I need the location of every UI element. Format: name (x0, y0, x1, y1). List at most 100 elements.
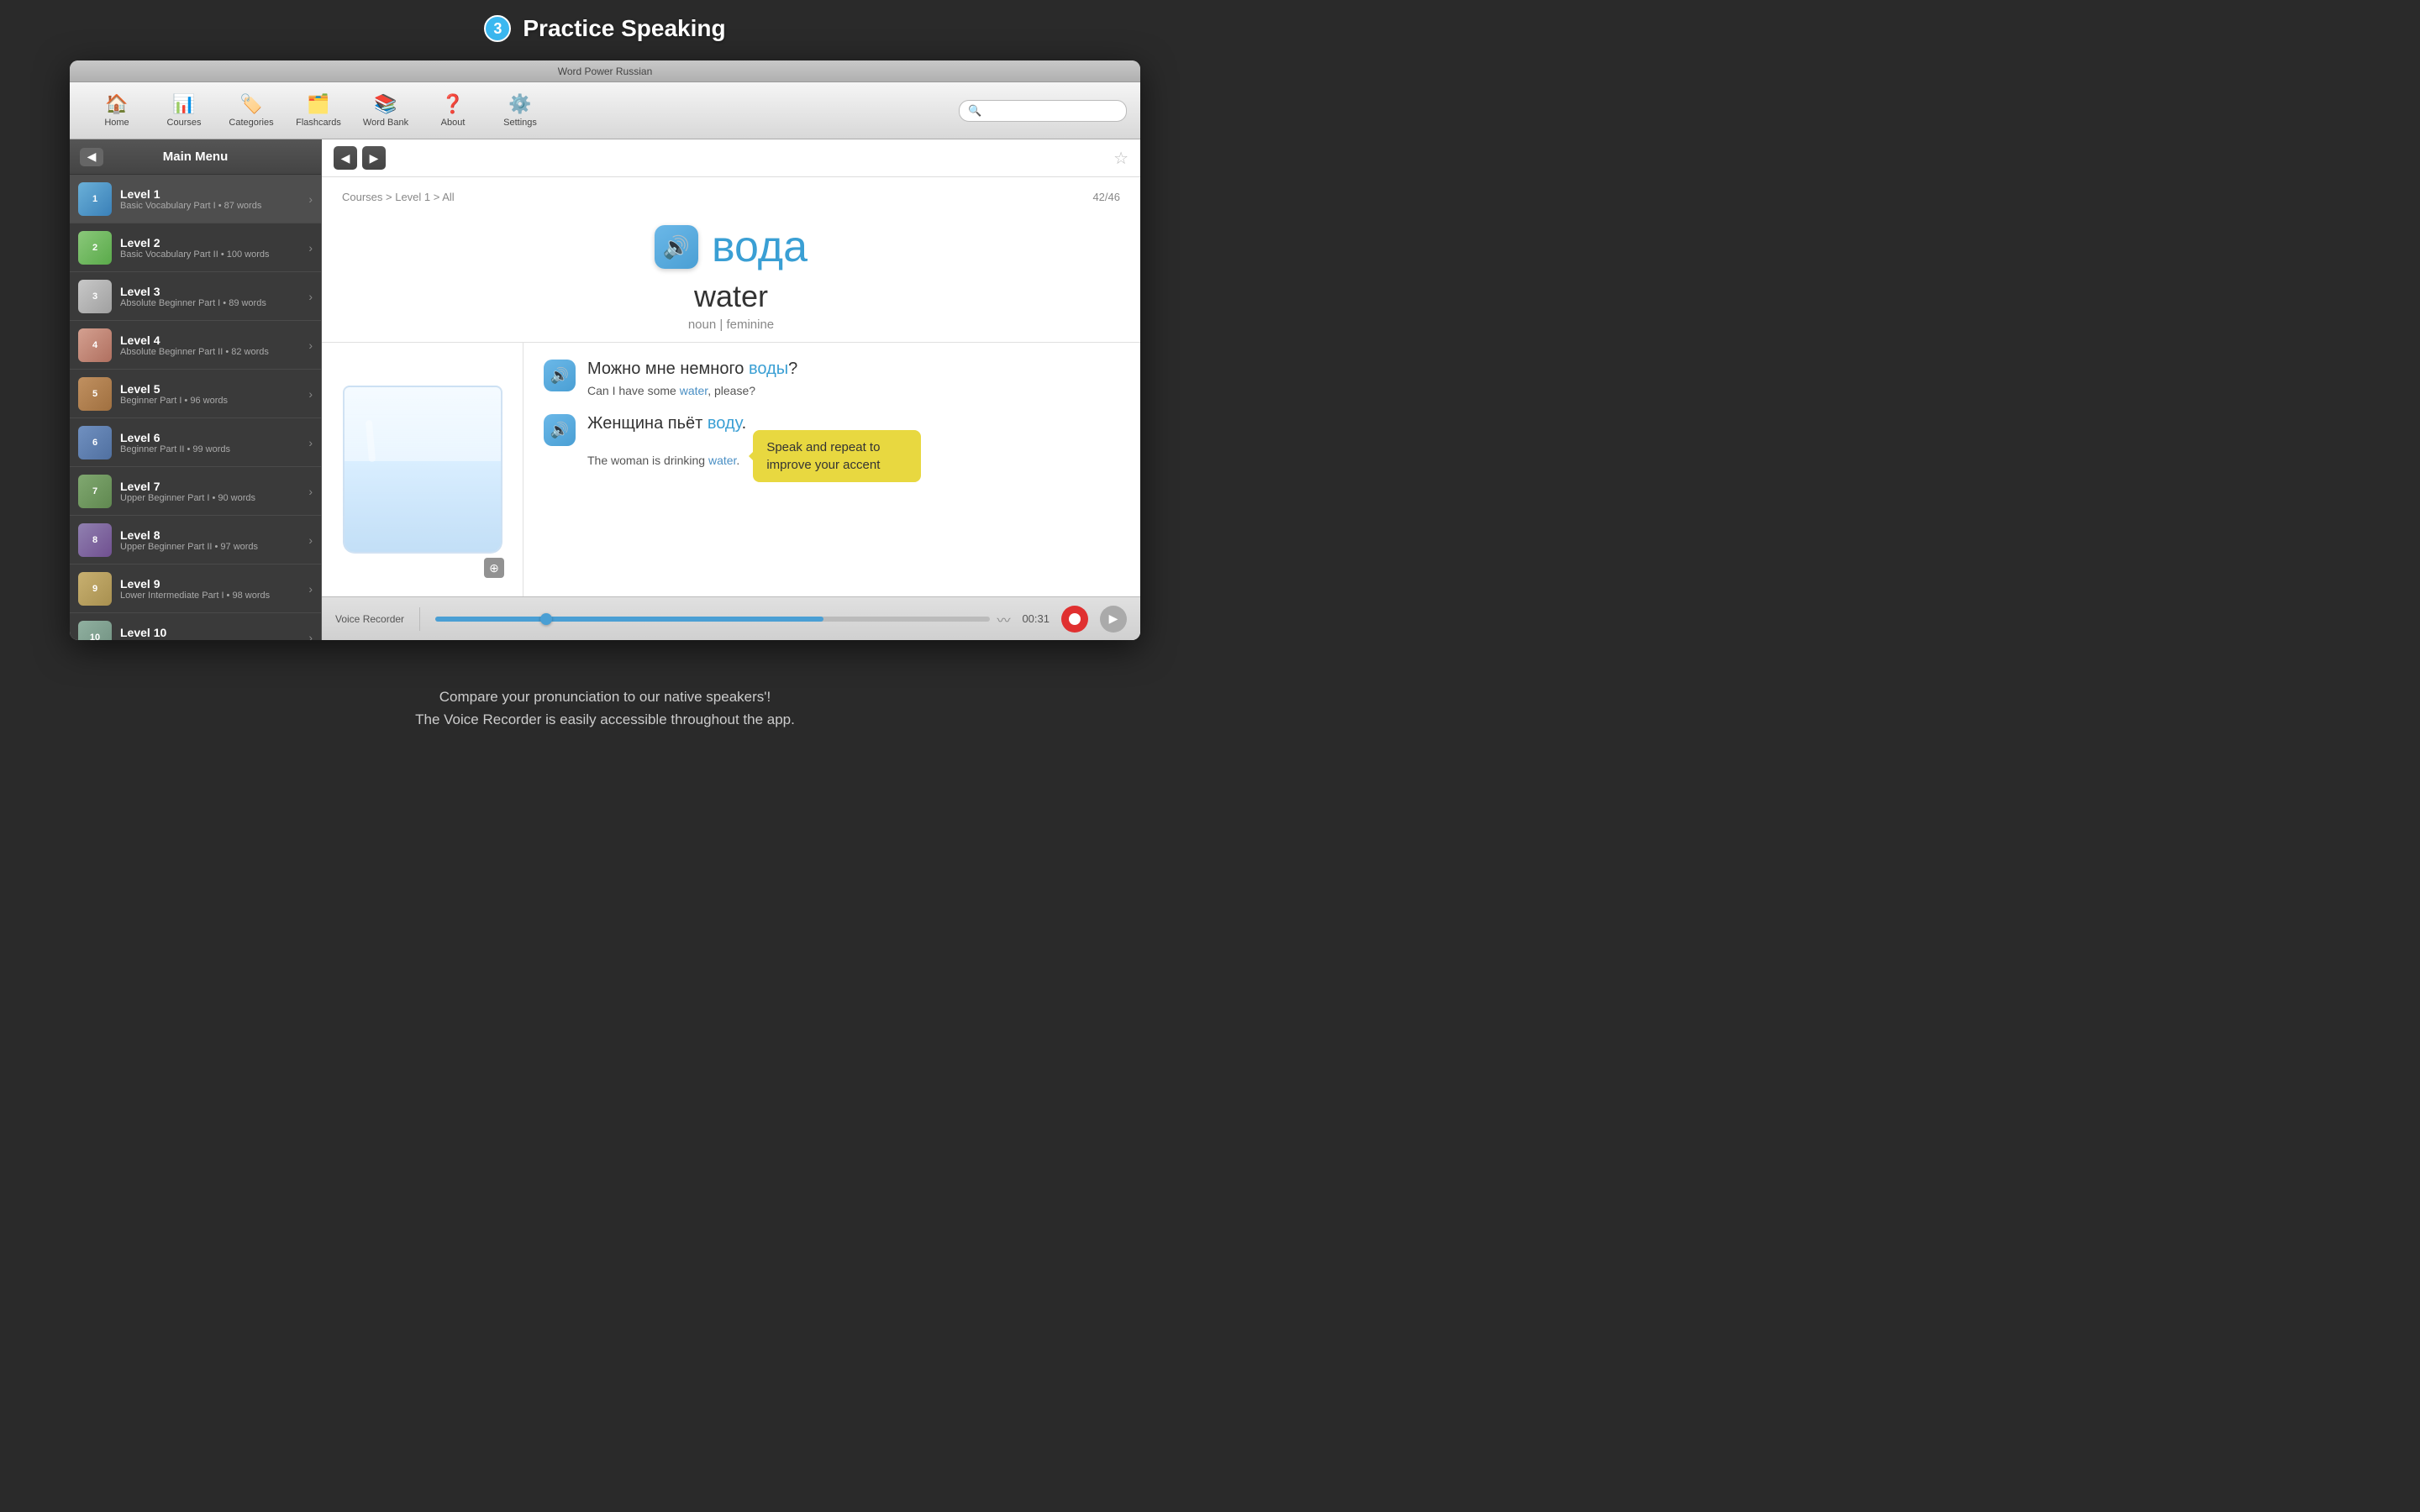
sidebar-item-level-1[interactable]: 1 Level 1 Basic Vocabulary Part I • 87 w… (70, 175, 321, 223)
card-count: 42/46 (1092, 191, 1120, 203)
home-label: Home (104, 118, 129, 128)
sidebar-item-level-9[interactable]: 9 Level 9 Lower Intermediate Part I • 98… (70, 564, 321, 613)
level-name-9: Level 9 (120, 577, 300, 591)
sentence2-text: Женщина пьёт воду. The woman is drinking… (587, 414, 921, 482)
sentence2-english: The woman is drinking water. (587, 454, 739, 467)
back-button[interactable]: ◀ (80, 148, 103, 166)
wordbank-icon: 📚 (374, 93, 397, 115)
progress-thumb (540, 613, 552, 625)
examples-area: ⊕ 🔊 Можно мне немного воды? Can I have s… (322, 343, 1140, 596)
level-thumb-5: 5 (78, 377, 112, 411)
level-name-8: Level 8 (120, 528, 300, 542)
prev-arrow[interactable]: ◀ (334, 146, 357, 170)
sidebar-item-level-8[interactable]: 8 Level 8 Upper Beginner Part II • 97 wo… (70, 516, 321, 564)
toolbar-settings[interactable]: ⚙️ Settings (487, 86, 554, 136)
settings-icon: ⚙️ (508, 93, 531, 115)
russian-word: вода (712, 222, 808, 272)
sentence2-english-after: . (736, 454, 739, 467)
level-thumb-10: 10 (78, 621, 112, 641)
toolbar: 🏠 Home 📊 Courses 🏷️ Categories 🗂️ Flashc… (70, 82, 1140, 139)
level-arrow-6: › (308, 436, 313, 449)
sidebar-item-level-5[interactable]: 5 Level 5 Beginner Part I • 96 words › (70, 370, 321, 418)
level-name-7: Level 7 (120, 480, 300, 493)
sidebar-item-level-10[interactable]: 10 Level 10 Lower Intermediate Part II •… (70, 613, 321, 640)
sidebar-item-level-6[interactable]: 6 Level 6 Beginner Part II • 99 words › (70, 418, 321, 467)
home-icon: 🏠 (105, 93, 128, 115)
level-desc-3: Absolute Beginner Part I • 89 words (120, 298, 300, 308)
play-button[interactable]: ▶ (1100, 606, 1127, 633)
level-thumb-1: 1 (78, 182, 112, 216)
toolbar-home[interactable]: 🏠 Home (83, 86, 150, 136)
star-button[interactable]: ☆ (1113, 148, 1128, 169)
sentence1-russian-highlight: воды (749, 360, 788, 378)
next-arrow[interactable]: ▶ (362, 146, 386, 170)
level-arrow-1: › (308, 192, 313, 206)
search-input[interactable] (986, 105, 1118, 117)
toolbar-flashcards[interactable]: 🗂️ Flashcards (285, 86, 352, 136)
level-arrow-4: › (308, 339, 313, 352)
level-name-2: Level 2 (120, 236, 300, 249)
wave-icon: 〰 (997, 609, 1010, 629)
voice-recorder-label: Voice Recorder (335, 613, 404, 625)
sentence2-english-highlight: water (708, 454, 736, 467)
word-sound-button[interactable]: 🔊 (655, 225, 698, 269)
sidebar-item-level-3[interactable]: 3 Level 3 Absolute Beginner Part I • 89 … (70, 272, 321, 321)
settings-label: Settings (503, 118, 537, 128)
sentence1-english-highlight: water (680, 384, 708, 397)
sentence1-english: Can I have some water, please? (587, 384, 797, 397)
level-info-4: Level 4 Absolute Beginner Part II • 82 w… (120, 333, 300, 357)
level-thumb-8: 8 (78, 523, 112, 557)
level-thumb-9: 9 (78, 572, 112, 606)
level-desc-7: Upper Beginner Part I • 90 words (120, 493, 300, 503)
search-icon: 🔍 (968, 104, 981, 118)
toolbar-wordbank[interactable]: 📚 Word Bank (352, 86, 419, 136)
level-name-6: Level 6 (120, 431, 300, 444)
level-arrow-3: › (308, 290, 313, 303)
app-window: Word Power Russian 🏠 Home 📊 Courses 🏷️ C… (70, 60, 1140, 640)
level-info-1: Level 1 Basic Vocabulary Part I • 87 wor… (120, 187, 300, 211)
toolbar-courses[interactable]: 📊 Courses (150, 86, 218, 136)
level-desc-1: Basic Vocabulary Part I • 87 words (120, 201, 300, 211)
sentence1-sound-button[interactable]: 🔊 (544, 360, 576, 391)
level-desc-10: Lower Intermediate Part II • 97 words (120, 639, 300, 641)
step-badge: 3 (484, 15, 511, 42)
sentences-panel: 🔊 Можно мне немного воды? Can I have som… (523, 343, 1140, 596)
level-thumb-4: 4 (78, 328, 112, 362)
wordbank-label: Word Bank (363, 118, 408, 128)
nav-arrows: ◀ ▶ (334, 146, 386, 170)
level-thumb-7: 7 (78, 475, 112, 508)
search-box: 🔍 (959, 100, 1127, 122)
caption-line1: Compare your pronunciation to our native… (0, 685, 1210, 708)
top-bar: 3 Practice Speaking (0, 0, 1210, 50)
sidebar-list: 1 Level 1 Basic Vocabulary Part I • 87 w… (70, 175, 321, 640)
waveform-area: 〰 (435, 609, 1010, 629)
level-arrow-10: › (308, 631, 313, 641)
level-name-3: Level 3 (120, 285, 300, 298)
word-type: noun | feminine (342, 318, 1120, 332)
sentence2-sound-button[interactable]: 🔊 (544, 414, 576, 446)
level-name-5: Level 5 (120, 382, 300, 396)
level-name-10: Level 10 (120, 626, 300, 639)
level-info-6: Level 6 Beginner Part II • 99 words (120, 431, 300, 454)
toolbar-about[interactable]: ❓ About (419, 86, 487, 136)
sidebar-item-level-4[interactable]: 4 Level 4 Absolute Beginner Part II • 82… (70, 321, 321, 370)
sentence1-english-before: Can I have some (587, 384, 680, 397)
breadcrumb: Courses > Level 1 > All (342, 191, 455, 203)
record-button[interactable] (1061, 606, 1088, 633)
sentence1-text: Можно мне немного воды? Can I have some … (587, 360, 797, 397)
sidebar-item-level-2[interactable]: 2 Level 2 Basic Vocabulary Part II • 100… (70, 223, 321, 272)
sidebar-item-level-7[interactable]: 7 Level 7 Upper Beginner Part I • 90 wor… (70, 467, 321, 516)
level-arrow-9: › (308, 582, 313, 596)
progress-track[interactable] (435, 617, 990, 622)
voice-recorder: Voice Recorder 〰 00:31 ▶ (322, 596, 1140, 640)
sentence1-english-after: , please? (708, 384, 755, 397)
level-info-5: Level 5 Beginner Part I • 96 words (120, 382, 300, 406)
toolbar-categories[interactable]: 🏷️ Categories (218, 86, 285, 136)
word-row: 🔊 вода (342, 213, 1120, 276)
level-info-3: Level 3 Absolute Beginner Part I • 89 wo… (120, 285, 300, 308)
level-info-7: Level 7 Upper Beginner Part I • 90 words (120, 480, 300, 503)
image-panel: ⊕ (322, 343, 523, 596)
bottom-caption: Compare your pronunciation to our native… (0, 685, 1210, 731)
page-title: Practice Speaking (523, 15, 725, 42)
expand-button[interactable]: ⊕ (484, 558, 504, 578)
